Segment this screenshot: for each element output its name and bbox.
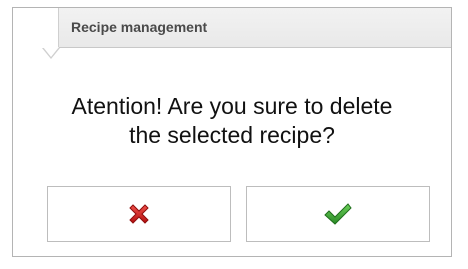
cancel-button[interactable]	[47, 186, 231, 242]
message-line-1: Atention! Are you sure to delete	[71, 93, 393, 119]
green-check-icon	[323, 201, 353, 227]
dialog-header: Recipe management	[13, 8, 451, 48]
header-notch	[43, 47, 59, 57]
confirm-delete-dialog: Recipe management Atention! Are you sure…	[12, 7, 452, 257]
dialog-title: Recipe management	[71, 19, 208, 35]
message-line-2: the selected recipe?	[129, 122, 335, 148]
dialog-message: Atention! Are you sure to delete the sel…	[13, 92, 451, 150]
confirm-button[interactable]	[246, 186, 430, 242]
header-tab-corner	[13, 8, 59, 48]
red-x-icon	[126, 201, 152, 227]
